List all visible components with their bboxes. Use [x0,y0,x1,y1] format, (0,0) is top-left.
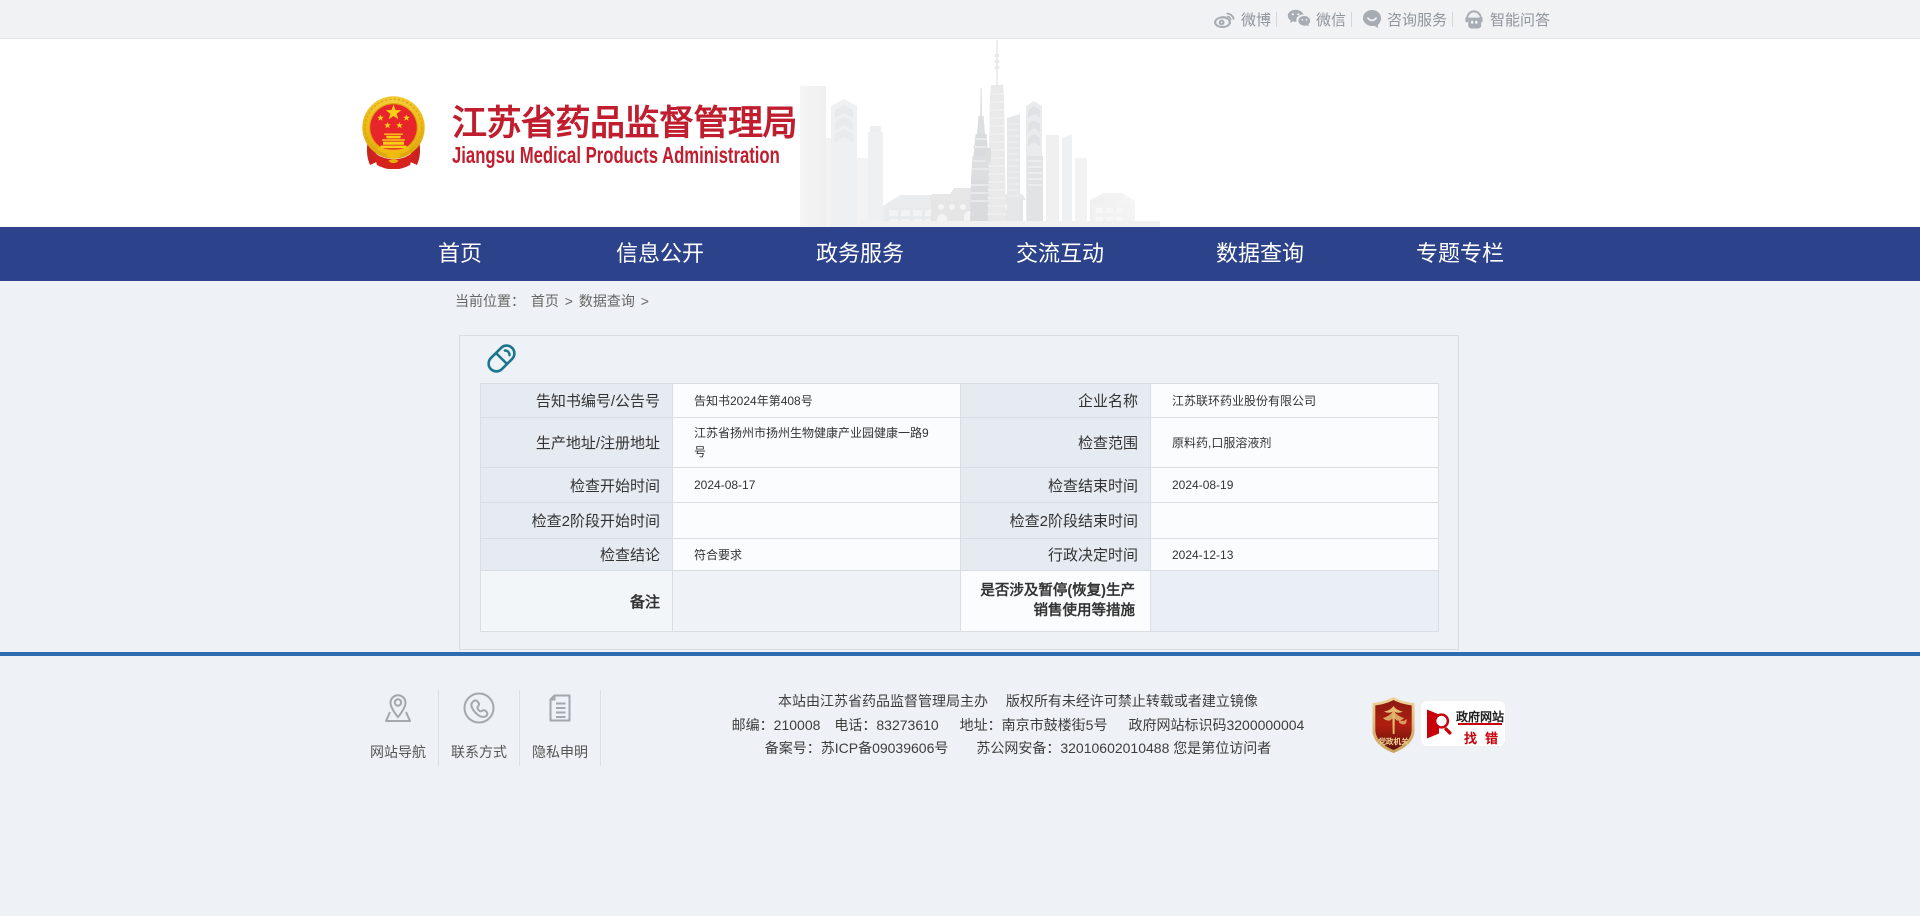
svg-text:党政机关: 党政机关 [1378,736,1409,746]
